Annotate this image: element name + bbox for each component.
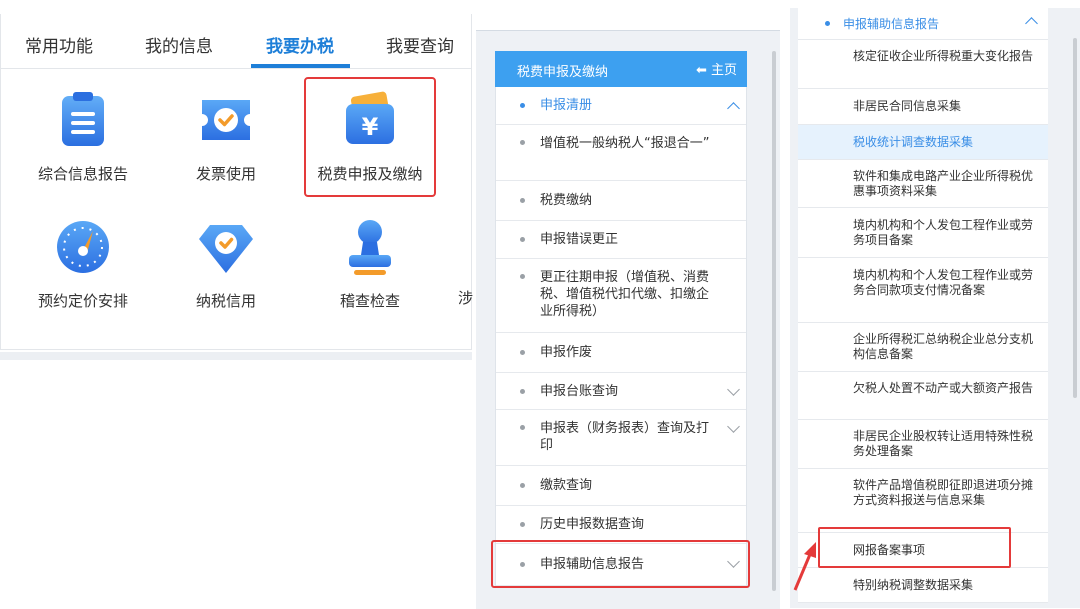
report-icon xyxy=(53,90,113,150)
submenu-item-label: 企业所得税汇总纳税企业总分支机构信息备案 xyxy=(853,332,1034,361)
bullet-icon xyxy=(520,274,525,279)
bullet-icon xyxy=(520,198,525,203)
bullet-icon xyxy=(520,522,525,527)
submenu-item[interactable]: 境内机构和个人发包工程作业或劳务项目备案 xyxy=(798,208,1048,258)
submenu-item[interactable]: 非居民合同信息采集 xyxy=(798,89,1048,125)
declaration-menu-panel: 税费申报及缴纳 ⬅ 主页 申报清册 增值税一般纳税人“报退合一” 税费缴纳 申报… xyxy=(476,30,780,609)
menu-item-label: 增值税一般纳税人“报退合一” xyxy=(540,136,710,151)
submenu-item[interactable]: 企业所得税汇总纳税企业总分支机构信息备案 xyxy=(798,323,1048,372)
menu-item-payment-query[interactable]: 缴款查询 xyxy=(496,466,746,506)
tab-bar: 常用功能 我的信息 我要办税 我要查询 xyxy=(0,14,472,69)
tile-tax-credit[interactable]: 纳税信用 xyxy=(163,217,289,311)
submenu-item[interactable]: 非居民企业股权转让适用特殊性税务处理备案 xyxy=(798,420,1048,469)
diamond-check-icon xyxy=(196,217,256,277)
tile-invoice-use[interactable]: 发票使用 xyxy=(163,90,289,184)
red-arrow-icon xyxy=(793,542,816,591)
highlight-box-tile xyxy=(304,77,436,197)
back-arrow-icon: ⬅ xyxy=(695,63,707,78)
tab-query[interactable]: 我要查询 xyxy=(386,32,454,57)
tab-tax-handling[interactable]: 我要办税 xyxy=(266,32,334,57)
submenu-item-label: 软件产品增值税即征即退进项分摊方式资料报送与信息采集 xyxy=(853,478,1034,507)
tile-advance-pricing[interactable]: 预约定价安排 xyxy=(20,217,146,311)
menu-item-ledger-query[interactable]: 申报台账查询 xyxy=(496,373,746,410)
highlight-box-menu-item xyxy=(491,540,750,588)
submenu-item[interactable]: 软件产品增值税即征即退进项分摊方式资料报送与信息采集 xyxy=(798,469,1048,533)
menu-item-void[interactable]: 申报作废 xyxy=(496,333,746,373)
tile-label: 稽查检查 xyxy=(339,292,400,310)
submenu-item-label: 境内机构和个人发包工程作业或劳务项目备案 xyxy=(853,218,1034,247)
submenu-item-label: 境内机构和个人发包工程作业或劳务合同款项支付情况备案 xyxy=(853,268,1034,297)
submenu-list: 申报辅助信息报告 核定征收企业所得税重大变化报告 非居民合同信息采集 税收统计调… xyxy=(798,8,1048,603)
bullet-icon xyxy=(520,350,525,355)
stamp-icon xyxy=(340,217,400,277)
submenu-item-label: 非居民合同信息采集 xyxy=(853,99,962,113)
tile-inspection[interactable]: 稽查检查 xyxy=(307,217,433,311)
truncated-tile-label: 涉 xyxy=(458,289,474,307)
chevron-down-icon xyxy=(727,383,740,396)
submenu-item[interactable]: 核定征收企业所得税重大变化报告 xyxy=(798,40,1048,89)
menu-item-past-correction[interactable]: 更正往期申报（增值税、消费税、增值税代扣代缴、扣缴企业所得税） xyxy=(496,259,746,333)
menu-item-history-query[interactable]: 历史申报数据查询 xyxy=(496,506,746,544)
submenu-item-label: 欠税人处置不动产或大额资产报告 xyxy=(853,381,1034,395)
menu-header-title: 税费申报及缴纳 xyxy=(517,65,609,80)
submenu-item-label: 非居民企业股权转让适用特殊性税务处理备案 xyxy=(853,429,1034,458)
tile-label: 发票使用 xyxy=(195,165,256,183)
menu-item-label: 缴款查询 xyxy=(540,478,593,493)
bullet-icon xyxy=(520,425,525,430)
active-tab-underline xyxy=(251,64,350,68)
bullet-icon xyxy=(520,140,525,145)
submenu-section-header[interactable]: 申报辅助信息报告 xyxy=(798,8,1048,40)
menu-item-label: 申报错误更正 xyxy=(540,232,619,247)
chevron-down-icon xyxy=(727,420,740,433)
invoice-icon xyxy=(196,90,256,150)
bullet-icon xyxy=(825,21,830,26)
menu-item-error-correction[interactable]: 申报错误更正 xyxy=(496,221,746,259)
tile-comprehensive-report[interactable]: 综合信息报告 xyxy=(20,90,146,184)
menu-item-label: 申报作废 xyxy=(540,345,593,360)
menu-item-label: 申报表（财务报表）查询及打印 xyxy=(540,421,710,453)
submenu-item-label: 软件和集成电路产业企业所得税优惠事项资料采集 xyxy=(853,169,1034,198)
scrollbar[interactable] xyxy=(1073,38,1077,398)
submenu-item[interactable]: 软件和集成电路产业企业所得税优惠事项资料采集 xyxy=(798,160,1048,208)
tab-common-functions[interactable]: 常用功能 xyxy=(25,32,93,57)
home-link[interactable]: ⬅ 主页 xyxy=(696,59,737,78)
menu-item-label: 申报台账查询 xyxy=(540,384,619,399)
menu-item-label: 历史申报数据查询 xyxy=(540,517,645,532)
submenu-item[interactable]: 境内机构和个人发包工程作业或劳务合同款项支付情况备案 xyxy=(798,258,1048,323)
menu-item-vat-general[interactable]: 增值税一般纳税人“报退合一” xyxy=(496,125,746,181)
menu-header: 税费申报及缴纳 ⬅ 主页 xyxy=(495,51,747,87)
bullet-icon xyxy=(520,483,525,488)
menu-item-tax-payment[interactable]: 税费缴纳 xyxy=(496,181,746,221)
highlight-box-submenu-item xyxy=(818,527,1011,568)
chevron-up-icon xyxy=(727,102,740,115)
menu-item-label: 税费缴纳 xyxy=(540,193,593,208)
panel-bottom-shade xyxy=(0,352,472,360)
compass-icon xyxy=(53,217,113,277)
menu-item-statement-print[interactable]: 申报表（财务报表）查询及打印 xyxy=(496,410,746,466)
tile-label: 纳税信用 xyxy=(195,292,256,310)
menu-item-label: 更正往期申报（增值税、消费税、增值税代扣代缴、扣缴企业所得税） xyxy=(540,270,710,319)
tile-label: 预约定价安排 xyxy=(37,292,128,310)
home-label: 主页 xyxy=(710,63,737,78)
tile-label: 综合信息报告 xyxy=(37,165,128,183)
submenu-item-label: 特别纳税调整数据采集 xyxy=(853,578,974,592)
menu-item-label: 申报清册 xyxy=(540,98,593,113)
scrollbar[interactable] xyxy=(772,51,776,591)
submenu-item[interactable]: 特别纳税调整数据采集 xyxy=(798,568,1048,603)
submenu-item-active[interactable]: 税收统计调查数据采集 xyxy=(798,125,1048,160)
tab-my-info[interactable]: 我的信息 xyxy=(145,32,213,57)
submenu-item[interactable]: 欠税人处置不动产或大额资产报告 xyxy=(798,372,1048,420)
menu-list: 申报清册 增值税一般纳税人“报退合一” 税费缴纳 申报错误更正 更正往期申报（增… xyxy=(495,87,747,587)
bullet-icon xyxy=(520,237,525,242)
submenu-item-label: 核定征收企业所得税重大变化报告 xyxy=(853,49,1034,63)
submenu-item-label: 税收统计调查数据采集 xyxy=(853,135,974,149)
section-title: 申报辅助信息报告 xyxy=(843,17,940,31)
menu-item-declaration-list[interactable]: 申报清册 xyxy=(496,87,746,125)
bullet-icon xyxy=(520,103,525,108)
auxiliary-report-panel: 申报辅助信息报告 核定征收企业所得税重大变化报告 非居民合同信息采集 税收统计调… xyxy=(790,8,1080,608)
bullet-icon xyxy=(520,389,525,394)
